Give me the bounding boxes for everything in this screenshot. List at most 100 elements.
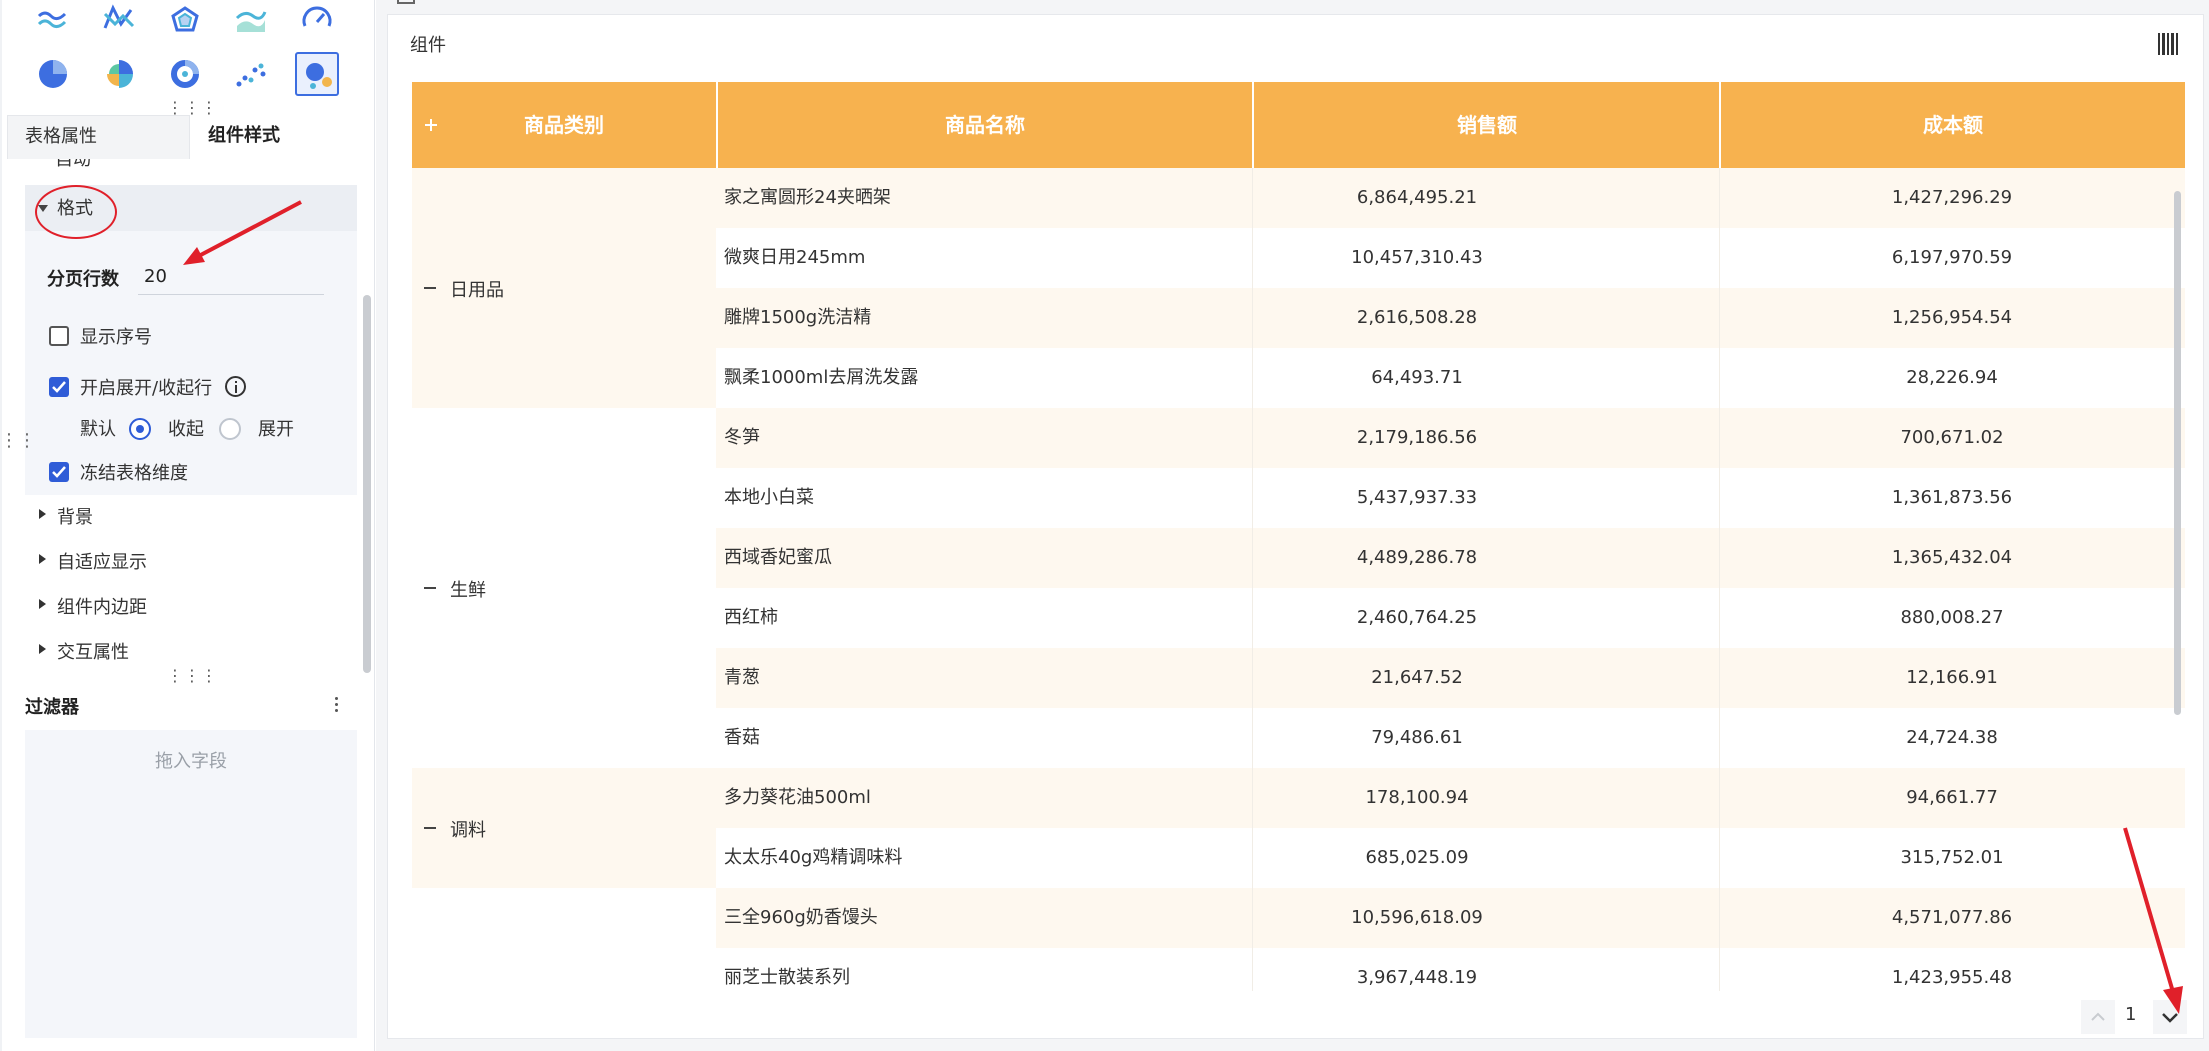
cost-cell: 12,166.91 (1906, 667, 1998, 688)
table-row[interactable]: 多力葵花油500ml 178,100.94 94,661.77 (716, 768, 2185, 828)
cost-cell: 1,365,432.04 (1891, 547, 2013, 568)
section-adaptive-display[interactable]: 自适应显示 (25, 540, 357, 580)
category-group-cell: 调料 (412, 768, 716, 888)
sales-cell: 5,437,937.33 (1356, 487, 1478, 508)
table-row[interactable]: 西域香妃蜜瓜 4,489,286.78 1,365,432.04 (716, 528, 2185, 588)
side-resize-grip[interactable]: ⋮⋮ (0, 432, 36, 450)
table-row[interactable]: 雕牌1500g洗洁精 2,616,508.28 1,256,954.54 (716, 288, 2185, 348)
show-index-checkbox[interactable] (49, 326, 69, 346)
resize-grip-bottom[interactable]: ⋮⋮⋮ (167, 668, 218, 684)
category-label: 生鲜 (450, 580, 486, 601)
donut-icon[interactable] (163, 52, 207, 96)
area-chart-icon[interactable] (229, 0, 273, 42)
product-name-cell: 冬笋 (724, 427, 760, 448)
section-inner-padding[interactable]: 组件内边距 (25, 585, 357, 625)
table-row[interactable]: 本地小白菜 5,437,937.33 1,361,873.56 (716, 468, 2185, 528)
table-row[interactable]: 丽芝士散装系列 3,967,448.19 1,423,955.48 (716, 948, 2185, 991)
section-background[interactable]: 背景 (25, 495, 357, 535)
expand-radio[interactable] (219, 418, 241, 440)
app-root: ⋮⋮⋮ 表格属性 组件样式 自动 格式 分页行数 20 显示序号 开启展开/收起… (0, 0, 2209, 1051)
filter-more-icon[interactable] (335, 697, 339, 715)
bubble-icon[interactable] (295, 52, 339, 96)
left-panel: ⋮⋮⋮ 表格属性 组件样式 自动 格式 分页行数 20 显示序号 开启展开/收起… (0, 0, 375, 1051)
table-row[interactable]: 香菇 79,486.61 24,724.38 (716, 708, 2185, 768)
freeze-dimension-checkbox[interactable] (49, 462, 69, 482)
section-interaction[interactable]: 交互属性 (25, 630, 357, 670)
cost-cell: 880,008.27 (1900, 607, 2004, 628)
table-row[interactable]: 太太乐40g鸡精调味料 685,025.09 315,752.01 (716, 828, 2185, 888)
column-divider (1252, 168, 1253, 228)
expand-arrow-icon (39, 644, 46, 654)
table-row[interactable]: 冬笋 2,179,186.56 700,671.02 (716, 408, 2185, 468)
table-component-card: 组件 商品类别 商品名称 销售额 成本额 日用品 家之寓圆形24夹晒架 6,864,… (387, 14, 2204, 1039)
property-tabs: 表格属性 组件样式 (0, 115, 357, 159)
cost-cell: 6,197,970.59 (1891, 247, 2013, 268)
gauge-icon[interactable] (295, 0, 339, 42)
column-divider (1252, 708, 1253, 768)
barcode-icon[interactable] (2158, 33, 2178, 55)
column-divider (1252, 828, 1253, 888)
sales-cell: 178,100.94 (1365, 787, 1469, 808)
tab-table-properties[interactable]: 表格属性 (7, 115, 190, 159)
expand-arrow-icon (39, 554, 46, 564)
settings-scrollbar[interactable] (363, 295, 371, 673)
pie-icon[interactable] (31, 52, 75, 96)
resize-grip-top[interactable]: ⋮⋮⋮ (167, 100, 218, 116)
product-name-cell: 飘柔1000ml去屑洗发露 (724, 367, 919, 388)
filter-drop-zone[interactable]: 拖入字段 (25, 730, 357, 1038)
column-header-cost[interactable]: 成本额 (1721, 82, 2185, 168)
column-divider (1719, 768, 1720, 828)
collapse-radio-label: 收起 (168, 419, 204, 440)
cut-off-checkbox[interactable] (397, 0, 415, 4)
product-name-cell: 多力葵花油500ml (724, 787, 871, 808)
column-divider (1252, 528, 1253, 588)
product-name-cell: 太太乐40g鸡精调味料 (724, 847, 903, 868)
column-header-category[interactable]: 商品类别 (412, 82, 716, 168)
category-group-cell (412, 888, 716, 991)
annotation-arrow (183, 200, 302, 265)
column-divider (1252, 228, 1253, 288)
area-line-icon[interactable] (31, 0, 75, 42)
column-header-product-name[interactable]: 商品名称 (718, 82, 1252, 168)
cost-cell: 94,661.77 (1906, 787, 1998, 808)
sales-cell: 685,025.09 (1365, 847, 1469, 868)
multi-line-icon[interactable] (97, 0, 141, 42)
collapse-group-icon[interactable] (424, 281, 438, 295)
column-divider (1719, 888, 1720, 948)
cost-cell: 1,256,954.54 (1891, 307, 2013, 328)
filter-drop-placeholder: 拖入字段 (155, 751, 227, 772)
expand-arrow-icon (39, 599, 46, 609)
info-icon[interactable] (225, 376, 246, 397)
sales-cell: 2,179,186.56 (1356, 427, 1478, 448)
column-header-sales[interactable]: 销售额 (1254, 82, 1720, 168)
product-name-cell: 雕牌1500g洗洁精 (724, 307, 872, 328)
product-name-cell: 西域香妃蜜瓜 (724, 547, 832, 568)
sales-cell: 21,647.52 (1371, 667, 1463, 688)
collapse-radio[interactable] (129, 418, 151, 440)
annotation-arrow-pager (2123, 827, 2183, 1014)
product-name-cell: 家之寓圆形24夹晒架 (724, 187, 891, 208)
section-interaction-label: 交互属性 (57, 642, 129, 663)
style-settings-scroll: 自动 格式 分页行数 20 显示序号 开启展开/收起行 默认 收起 展开 冻结表… (25, 159, 357, 674)
chevron-up-icon (2091, 1012, 2105, 1021)
collapse-group-icon[interactable] (424, 581, 438, 595)
table-row[interactable]: 三全960g奶香馒头 10,596,618.09 4,571,077.86 (716, 888, 2185, 948)
table-row[interactable]: 飘柔1000ml去屑洗发露 64,493.71 28,226.94 (716, 348, 2185, 408)
table-row[interactable]: 微爽日用245mm 10,457,310.43 6,197,970.59 (716, 228, 2185, 288)
radar-icon[interactable] (163, 0, 207, 42)
column-divider (1252, 768, 1253, 828)
collapse-group-icon[interactable] (424, 821, 438, 835)
expand-collapse-checkbox[interactable] (49, 377, 69, 397)
prev-page-button[interactable] (2081, 1000, 2115, 1034)
tab-component-style[interactable]: 组件样式 (190, 115, 357, 159)
sales-cell: 6,864,495.21 (1356, 187, 1478, 208)
expand-collapse-label: 开启展开/收起行 (80, 378, 213, 399)
table-scrollbar[interactable] (2174, 191, 2181, 715)
table-row[interactable]: 西红柿 2,460,764.25 880,008.27 (716, 588, 2185, 648)
rose-pie-icon[interactable] (97, 52, 141, 96)
table-row[interactable]: 家之寓圆形24夹晒架 6,864,495.21 1,427,296.29 (716, 168, 2185, 228)
column-divider (1252, 948, 1253, 991)
table-row[interactable]: 青葱 21,647.52 12,166.91 (716, 648, 2185, 708)
scatter-icon[interactable] (229, 52, 273, 96)
product-name-cell: 本地小白菜 (724, 487, 814, 508)
